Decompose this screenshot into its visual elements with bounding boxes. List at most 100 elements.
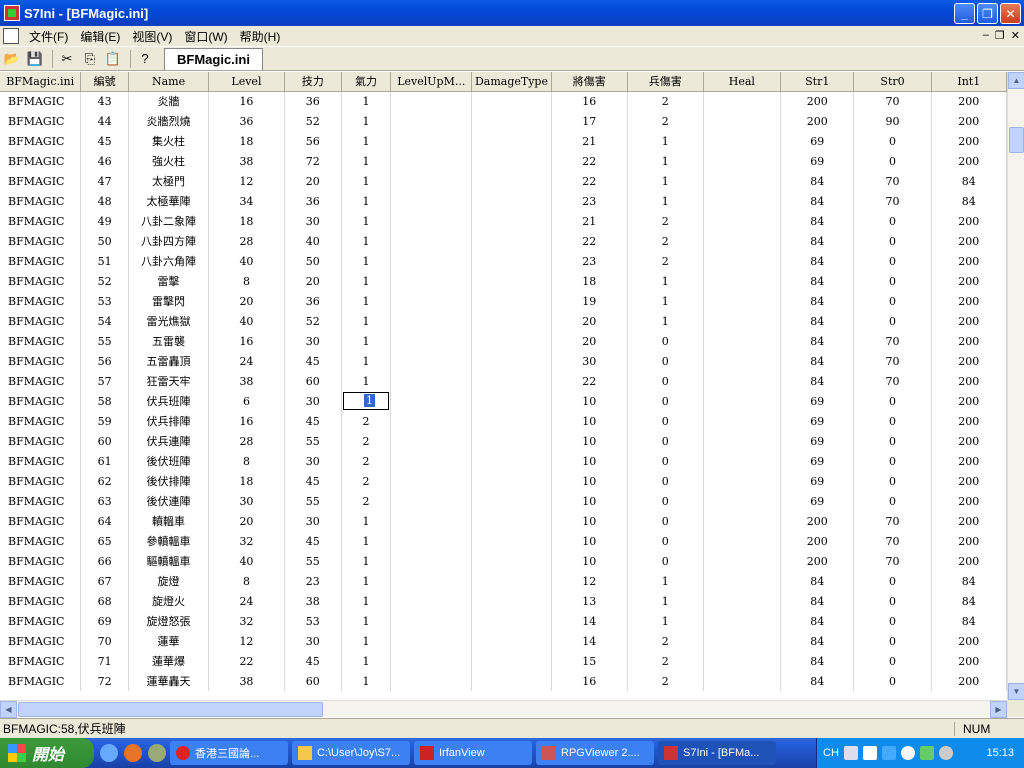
table-cell[interactable]: 32 <box>208 531 285 551</box>
table-cell[interactable]: 1 <box>627 271 704 291</box>
table-cell[interactable] <box>390 611 473 631</box>
table-cell[interactable]: 30 <box>284 331 342 351</box>
table-cell[interactable]: 200 <box>780 551 855 571</box>
table-cell[interactable] <box>471 391 552 411</box>
table-cell[interactable]: 雷擊閃 <box>128 291 210 311</box>
table-cell[interactable]: 55 <box>80 331 129 351</box>
table-cell[interactable] <box>471 91 552 111</box>
column-header[interactable]: DamageType <box>471 72 552 92</box>
table-cell[interactable]: BFMAGIC <box>0 151 82 171</box>
quicklaunch-app-icon[interactable] <box>148 744 166 762</box>
table-cell[interactable]: 14 <box>551 611 628 631</box>
table-cell[interactable]: 200 <box>931 551 1007 571</box>
table-cell[interactable]: 1 <box>341 171 392 191</box>
minimize-button[interactable]: _ <box>954 3 975 24</box>
table-cell[interactable]: 五雷襲 <box>128 331 210 351</box>
table-row[interactable]: BFMAGIC 52 雷擊 8 20 1 18 1 84 0 200 <box>0 271 1007 291</box>
table-cell[interactable]: BFMAGIC <box>0 131 82 151</box>
table-cell[interactable] <box>390 591 473 611</box>
table-cell[interactable]: 28 <box>208 231 285 251</box>
table-row[interactable]: BFMAGIC 62 後伏排陣 18 45 2 10 0 69 0 200 <box>0 471 1007 491</box>
table-cell[interactable]: 1 <box>341 531 392 551</box>
table-cell[interactable]: 61 <box>80 451 129 471</box>
zone-alarm-icon[interactable] <box>900 746 915 760</box>
table-cell[interactable]: 0 <box>853 471 932 491</box>
table-cell[interactable] <box>703 171 781 191</box>
table-cell[interactable]: 蓮華爆 <box>128 651 210 671</box>
table-cell[interactable]: BFMAGIC <box>0 591 82 611</box>
table-cell[interactable] <box>703 651 781 671</box>
table-cell[interactable]: BFMAGIC <box>0 171 82 191</box>
table-cell[interactable]: BFMAGIC <box>0 411 82 431</box>
table-cell[interactable] <box>703 391 781 411</box>
ime-icon[interactable] <box>881 746 896 760</box>
table-cell[interactable]: 200 <box>931 391 1007 411</box>
table-cell[interactable]: 10 <box>551 451 628 471</box>
table-cell[interactable]: 1 <box>627 171 704 191</box>
table-cell[interactable]: 12 <box>208 171 285 191</box>
table-cell[interactable]: BFMAGIC <box>0 431 82 451</box>
table-cell[interactable]: 22 <box>551 231 628 251</box>
table-cell[interactable]: 24 <box>208 351 285 371</box>
volume-icon[interactable] <box>938 746 953 760</box>
table-cell[interactable] <box>390 111 473 131</box>
table-cell[interactable] <box>390 391 473 411</box>
table-cell[interactable]: 36 <box>284 191 342 211</box>
table-cell[interactable]: 69 <box>780 131 855 151</box>
table-row[interactable]: BFMAGIC 45 集火柱 18 56 1 21 1 69 0 200 <box>0 131 1007 151</box>
table-cell[interactable]: BFMAGIC <box>0 391 82 411</box>
table-cell[interactable] <box>703 311 781 331</box>
table-cell[interactable]: 48 <box>80 191 129 211</box>
table-cell[interactable]: 0 <box>853 431 932 451</box>
table-cell[interactable]: 20 <box>284 271 342 291</box>
table-row[interactable]: BFMAGIC 68 旋燈火 24 38 1 13 1 84 0 84 <box>0 591 1007 611</box>
copy-icon[interactable]: ⎘ <box>80 49 100 69</box>
table-cell[interactable] <box>703 671 781 691</box>
keyboard-icon[interactable] <box>843 746 858 760</box>
table-cell[interactable] <box>703 491 781 511</box>
table-cell[interactable]: 18 <box>551 271 628 291</box>
table-cell[interactable]: 1 <box>341 671 392 691</box>
table-cell[interactable]: 45 <box>284 471 342 491</box>
table-cell[interactable]: BFMAGIC <box>0 351 82 371</box>
table-cell[interactable]: 200 <box>931 311 1007 331</box>
table-cell[interactable] <box>390 131 473 151</box>
table-cell[interactable]: BFMAGIC <box>0 551 82 571</box>
table-cell[interactable]: 0 <box>853 671 932 691</box>
table-cell[interactable]: BFMAGIC <box>0 231 82 251</box>
table-cell[interactable]: 84 <box>931 191 1007 211</box>
table-cell[interactable]: 47 <box>80 171 129 191</box>
table-cell[interactable] <box>390 371 473 391</box>
table-cell[interactable]: 36 <box>208 111 285 131</box>
table-cell[interactable]: 38 <box>208 371 285 391</box>
table-cell[interactable] <box>703 251 781 271</box>
table-cell[interactable]: 0 <box>853 451 932 471</box>
table-cell[interactable]: 2 <box>627 651 704 671</box>
table-cell[interactable] <box>390 251 473 271</box>
menu-file[interactable]: 文件(F) <box>23 28 74 45</box>
table-cell[interactable]: 84 <box>931 591 1007 611</box>
table-cell[interactable]: 32 <box>208 611 285 631</box>
table-cell[interactable]: 8 <box>208 571 285 591</box>
table-cell[interactable]: 69 <box>780 151 855 171</box>
table-cell[interactable]: 1 <box>627 291 704 311</box>
table-cell[interactable]: BFMAGIC <box>0 631 82 651</box>
table-cell[interactable]: 45 <box>284 411 342 431</box>
table-cell[interactable]: 49 <box>80 211 129 231</box>
table-cell[interactable]: 強火柱 <box>128 151 210 171</box>
table-cell[interactable]: 22 <box>551 171 628 191</box>
table-cell[interactable]: 69 <box>780 471 855 491</box>
table-cell[interactable]: 0 <box>627 371 704 391</box>
table-cell[interactable]: 2 <box>341 471 392 491</box>
table-cell[interactable]: 1 <box>341 151 392 171</box>
table-cell[interactable]: 0 <box>627 491 704 511</box>
save-icon[interactable]: 💾 <box>25 49 45 69</box>
table-cell[interactable]: 84 <box>780 251 855 271</box>
table-cell[interactable]: 0 <box>853 571 932 591</box>
table-cell[interactable] <box>471 191 552 211</box>
table-cell[interactable]: 200 <box>931 91 1007 111</box>
table-cell[interactable]: 0 <box>627 411 704 431</box>
table-cell[interactable]: 70 <box>853 91 932 111</box>
table-cell[interactable]: 69 <box>780 431 855 451</box>
table-cell[interactable] <box>471 151 552 171</box>
